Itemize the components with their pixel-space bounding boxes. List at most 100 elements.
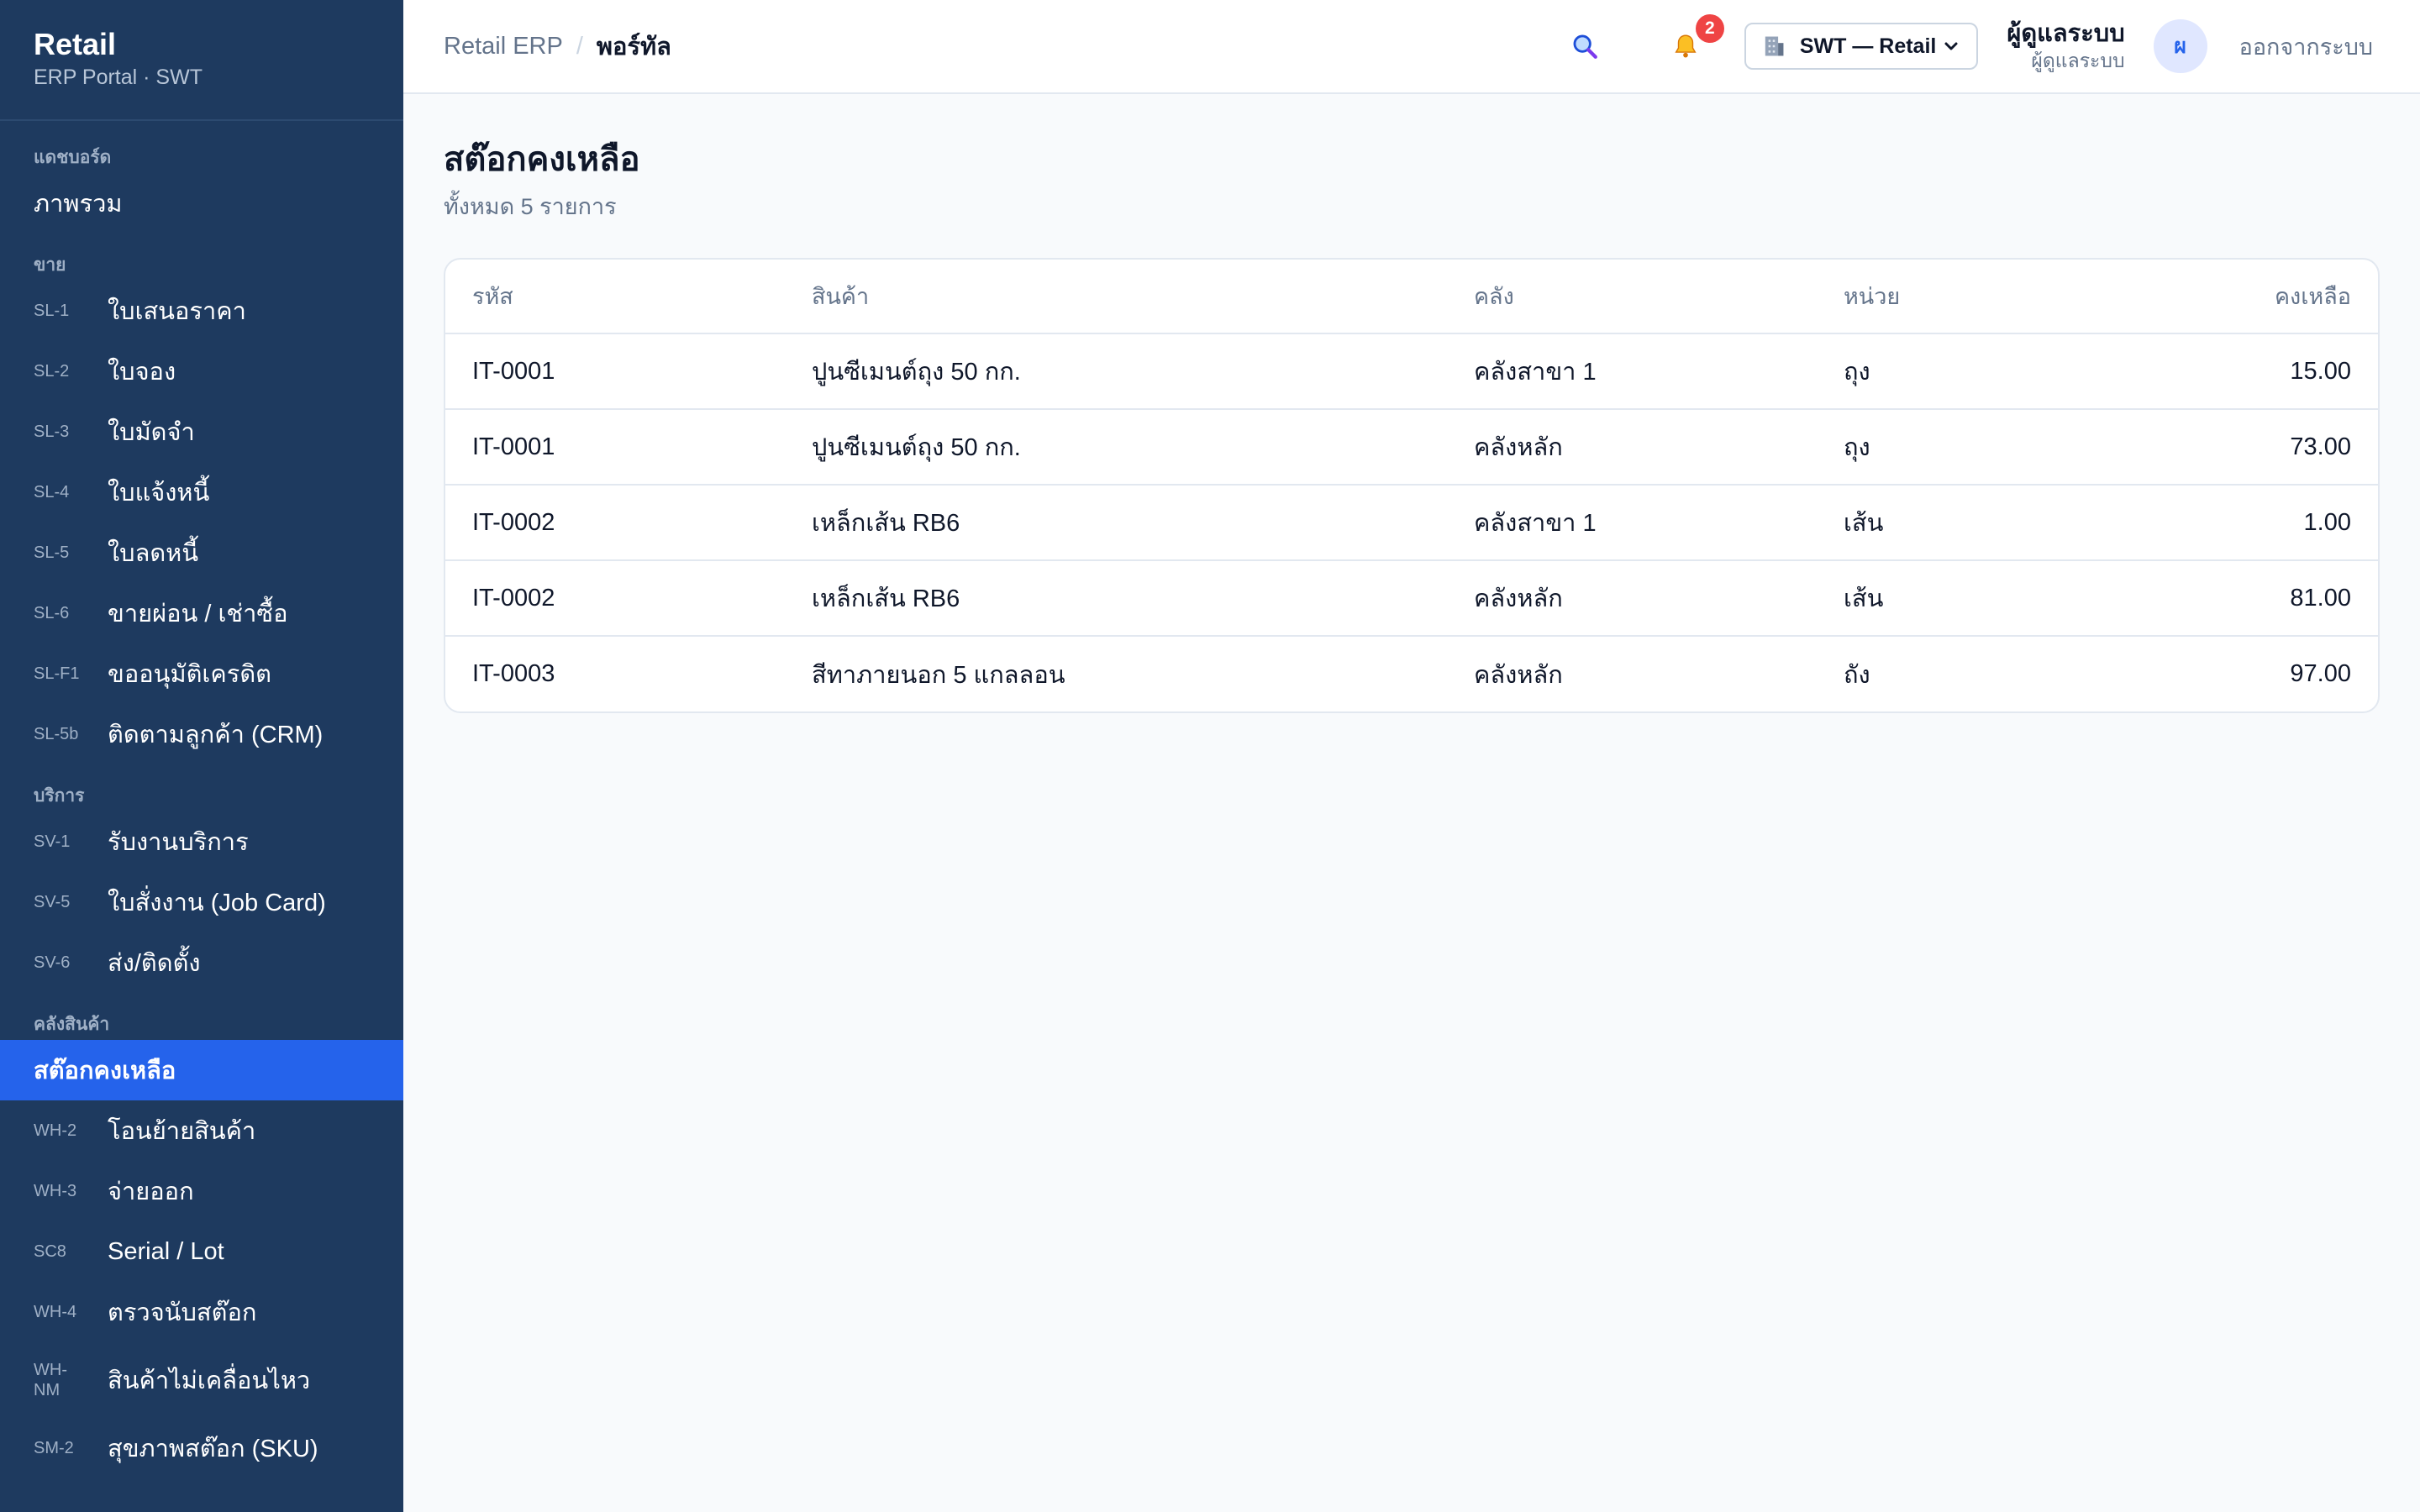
- sidebar-item-code: WH-3: [34, 1182, 77, 1200]
- sidebar-item-code: SC8: [34, 1242, 66, 1261]
- cell-unit: เส้น: [1817, 559, 2069, 636]
- sidebar-item[interactable]: WH-2 โอนย้ายสินค้า: [0, 1100, 403, 1161]
- sidebar-item-code: SL-1: [34, 302, 70, 320]
- app-subtitle: ERP Portal · SWT: [34, 66, 203, 89]
- sidebar-item-code: SL-2: [34, 362, 70, 381]
- sidebar-item[interactable]: WH-3 จ่ายออก: [0, 1161, 403, 1221]
- breadcrumb-root[interactable]: Retail ERP: [444, 33, 563, 60]
- sidebar-item-label: สต๊อกคงเหลือ: [34, 1058, 176, 1084]
- sidebar-item[interactable]: SV-5 ใบสั่งงาน (Job Card): [0, 872, 403, 932]
- breadcrumb: Retail ERP / พอร์ทัล: [444, 27, 671, 66]
- logout-button[interactable]: ออกจากระบบ: [2239, 29, 2373, 65]
- sidebar-item-label: ภาพรวม: [34, 191, 123, 218]
- bell-icon: [1675, 34, 1697, 58]
- cell-unit: ถุง: [1817, 333, 2069, 409]
- column-header-code[interactable]: รหัส: [445, 260, 785, 333]
- sidebar-item-code: SL-3: [34, 423, 70, 441]
- cell-unit: เส้น: [1817, 484, 2069, 560]
- sidebar-item-code: SL-F1: [34, 664, 80, 683]
- cell-code: IT-0002: [445, 484, 785, 560]
- sidebar-item-label: ส่ง/ติดตั้ง: [108, 950, 201, 977]
- sidebar-item-label: จ่ายออก: [108, 1179, 194, 1205]
- chevron-down-icon: [1944, 42, 1958, 50]
- top-right-controls: 2 SWT — Retail ผู้ดูแลระบบ ผู้ดูแลระบบ ผ…: [1561, 14, 2373, 73]
- sidebar-item[interactable]: SL-4 ใบแจ้งหนี้: [0, 462, 403, 522]
- avatar[interactable]: ผ: [2153, 19, 2207, 73]
- sidebar-item-label: ขออนุมัติเครดิต: [108, 661, 271, 688]
- brand: Retail ERP Portal · SWT: [0, 0, 403, 121]
- sidebar-item[interactable]: SL-5b ติดตามลูกค้า (CRM): [0, 704, 403, 764]
- table-row[interactable]: IT-0003 สีทาภายนอก 5 แกลลอน คลังหลัก ถัง 97.…: [445, 635, 2378, 711]
- sidebar-item-code: WH- NM: [34, 1361, 67, 1399]
- sidebar-item-label: ใบมัดจำ: [108, 419, 195, 446]
- sidebar-item[interactable]: SL-1 ใบเสนอราคา: [0, 281, 403, 341]
- sidebar-item-code: SV-1: [34, 832, 71, 851]
- sidebar-item[interactable]: SL-5 ใบลดหนี้: [0, 522, 403, 583]
- sidebar-nav: แดชบอร์ด ภาพรวม ขาย SL-1 ใบเสนอราคา SL-2 ใบจอง…: [0, 121, 403, 1478]
- sidebar-item-code: SV-6: [34, 953, 71, 972]
- app-title: Retail: [34, 27, 117, 61]
- sidebar-item[interactable]: SM-2 สุขภาพสต๊อก (SKU): [0, 1418, 403, 1478]
- organization-select[interactable]: SWT — Retail: [1744, 23, 1979, 70]
- sidebar: Retail ERP Portal · SWT แดชบอร์ดภาพรวมขา…: [0, 0, 403, 1512]
- cell-code: IT-0001: [445, 408, 785, 485]
- sidebar-item-label: สินค้าไม่เคลื่อนไหว: [108, 1368, 311, 1394]
- sidebar-item-label: สุขภาพสต๊อก (SKU): [108, 1436, 318, 1462]
- sidebar-item-code: SL-5b: [34, 725, 79, 743]
- page-title: สต๊อกคงเหลือ: [444, 141, 640, 178]
- sidebar-section-label: บริการ: [34, 786, 85, 806]
- table-row[interactable]: IT-0002 เหล็กเส้น RB6 คลังสาขา 1 เส้น 1.00: [445, 484, 2378, 560]
- sidebar-item-code: WH-2: [34, 1121, 77, 1140]
- sidebar-item-label: ใบสั่งงาน (Job Card): [108, 890, 326, 916]
- cell-warehouse: คลังหลัก: [1447, 559, 1817, 636]
- sidebar-section-label: แดชบอร์ด: [34, 148, 112, 167]
- search-button[interactable]: [1561, 23, 1608, 70]
- sidebar-item[interactable]: สต๊อกคงเหลือ: [0, 1040, 403, 1100]
- building-icon: [1765, 36, 1784, 56]
- sidebar-item[interactable]: SL-2 ใบจอง: [0, 341, 403, 402]
- sidebar-item[interactable]: SC8 Serial / Lot: [0, 1221, 403, 1282]
- search-icon: [1573, 34, 1597, 59]
- notifications-button[interactable]: 2: [1662, 14, 1724, 70]
- cell-product: สีทาภายนอก 5 แกลลอน: [785, 635, 1447, 711]
- column-header-warehouse[interactable]: คลัง: [1447, 260, 1817, 333]
- sidebar-item[interactable]: SL-3 ใบมัดจำ: [0, 402, 403, 462]
- sidebar-item[interactable]: SL-F1 ขออนุมัติเครดิต: [0, 643, 403, 704]
- sidebar-item-label: ขายผ่อน / เช่าซื้อ: [108, 601, 288, 627]
- cell-unit: ถัง: [1817, 635, 2069, 711]
- sidebar-item-label: Serial / Lot: [108, 1237, 224, 1265]
- cell-warehouse: คลังสาขา 1: [1447, 484, 1817, 560]
- sidebar-item[interactable]: ภาพรวม: [0, 173, 403, 234]
- sidebar-item[interactable]: SL-6 ขายผ่อน / เช่าซื้อ: [0, 583, 403, 643]
- column-header-remaining[interactable]: คงเหลือ: [2069, 260, 2378, 333]
- cell-warehouse: คลังหลัก: [1447, 635, 1817, 711]
- top-bar: Retail ERP / พอร์ทัล 2 SWT — Retail ผู้ด…: [403, 0, 2420, 94]
- table-row[interactable]: IT-0001 ปูนซีเมนต์ถุง 50 กก. คลังสาขา 1 ถุง…: [445, 333, 2378, 409]
- table-row[interactable]: IT-0002 เหล็กเส้น RB6 คลังหลัก เส้น 81.00: [445, 559, 2378, 636]
- cell-product: ปูนซีเมนต์ถุง 50 กก.: [785, 333, 1447, 409]
- cell-code: IT-0001: [445, 333, 785, 409]
- column-header-unit[interactable]: หน่วย: [1817, 260, 2069, 333]
- sidebar-item-code: SL-5: [34, 543, 70, 562]
- sidebar-item[interactable]: WH-4 ตรวจนับสต๊อก: [0, 1282, 403, 1342]
- cell-product: เหล็กเส้น RB6: [785, 559, 1447, 636]
- table-row[interactable]: IT-0001 ปูนซีเมนต์ถุง 50 กก. คลังหลัก ถุง 73…: [445, 408, 2378, 485]
- table-body: IT-0001 ปูนซีเมนต์ถุง 50 กก. คลังสาขา 1 ถุง…: [445, 333, 2378, 711]
- sidebar-item[interactable]: WH- NM สินค้าไม่เคลื่อนไหว: [0, 1342, 403, 1418]
- cell-product: ปูนซีเมนต์ถุง 50 กก.: [785, 408, 1447, 485]
- sidebar-item[interactable]: SV-6 ส่ง/ติดตั้ง: [0, 932, 403, 993]
- cell-unit: ถุง: [1817, 408, 2069, 485]
- user-info: ผู้ดูแลระบบ ผู้ดูแลระบบ: [2007, 19, 2124, 73]
- cell-warehouse: คลังสาขา 1: [1447, 333, 1817, 409]
- sidebar-item[interactable]: SV-1 รับงานบริการ: [0, 811, 403, 872]
- main-content: สต๊อกคงเหลือ ทั้งหมด 5 รายการ รหัส สินค้…: [444, 94, 2380, 713]
- sidebar-item-label: โอนย้ายสินค้า: [108, 1118, 256, 1145]
- column-header-product[interactable]: สินค้า: [785, 260, 1447, 333]
- cell-product: เหล็กเส้น RB6: [785, 484, 1447, 560]
- cell-warehouse: คลังหลัก: [1447, 408, 1817, 485]
- cell-remaining: 1.00: [2069, 484, 2378, 560]
- sidebar-item-label: ติดตามลูกค้า (CRM): [108, 722, 324, 748]
- sidebar-item-code: SL-6: [34, 604, 70, 622]
- cell-remaining: 73.00: [2069, 408, 2378, 485]
- cell-code: IT-0002: [445, 559, 785, 636]
